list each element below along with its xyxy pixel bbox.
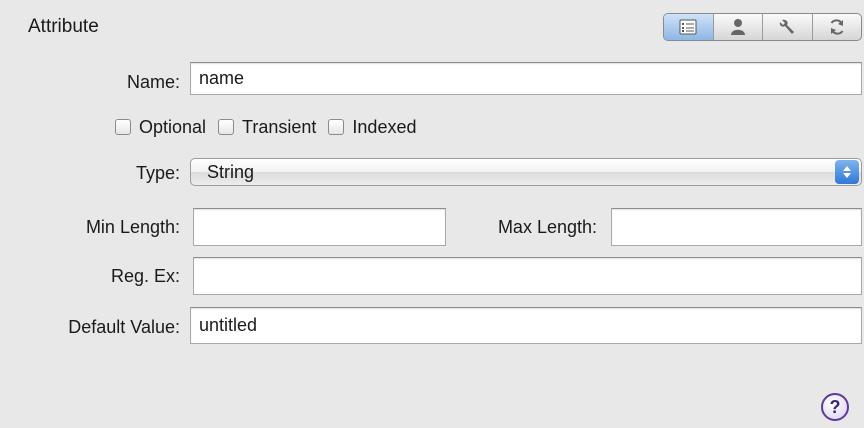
attribute-inspector-panel: Attribute Name: name Optional Transient …	[0, 0, 864, 428]
tab-sync[interactable]	[811, 14, 862, 40]
type-popup[interactable]: String	[190, 158, 862, 186]
properties-icon	[679, 19, 697, 35]
default-value-label: Default Value:	[68, 317, 180, 337]
optional-label: Optional	[139, 116, 207, 137]
inspector-tab-bar	[663, 13, 862, 41]
transient-checkbox-box[interactable]	[218, 119, 235, 135]
regex-label: Reg. Ex:	[110, 266, 180, 286]
transient-label: Transient	[242, 116, 317, 137]
name-label: Name:	[126, 72, 180, 92]
name-field[interactable]: name	[190, 62, 862, 95]
help-button[interactable]: ?	[821, 393, 849, 421]
indexed-checkbox-box[interactable]	[328, 119, 345, 135]
user-info-icon	[730, 19, 745, 35]
tab-configurations[interactable]	[762, 14, 812, 40]
sync-icon	[830, 19, 844, 35]
regex-field[interactable]	[193, 257, 862, 295]
min-length-field[interactable]	[193, 208, 446, 246]
max-length-field[interactable]	[611, 208, 862, 246]
indexed-label: Indexed	[352, 116, 417, 137]
wrench-icon	[780, 19, 795, 34]
optional-checkbox-box[interactable]	[115, 119, 131, 135]
popup-arrows-icon	[835, 160, 859, 184]
transient-checkbox[interactable]: Transient	[218, 117, 316, 138]
max-length-label: Max Length:	[497, 217, 597, 237]
min-length-label: Min Length:	[85, 217, 180, 237]
tab-user-info[interactable]	[712, 14, 763, 40]
indexed-checkbox[interactable]: Indexed	[328, 117, 416, 138]
help-icon: ?	[829, 396, 841, 417]
type-label: Type:	[135, 163, 180, 183]
tab-properties[interactable]	[664, 14, 713, 40]
section-title: Attribute	[28, 16, 99, 37]
default-value-field[interactable]: untitled	[190, 307, 862, 344]
optional-checkbox[interactable]: Optional	[115, 117, 206, 138]
type-value: String	[207, 161, 255, 182]
attribute-options: Optional Transient Indexed	[115, 115, 428, 139]
